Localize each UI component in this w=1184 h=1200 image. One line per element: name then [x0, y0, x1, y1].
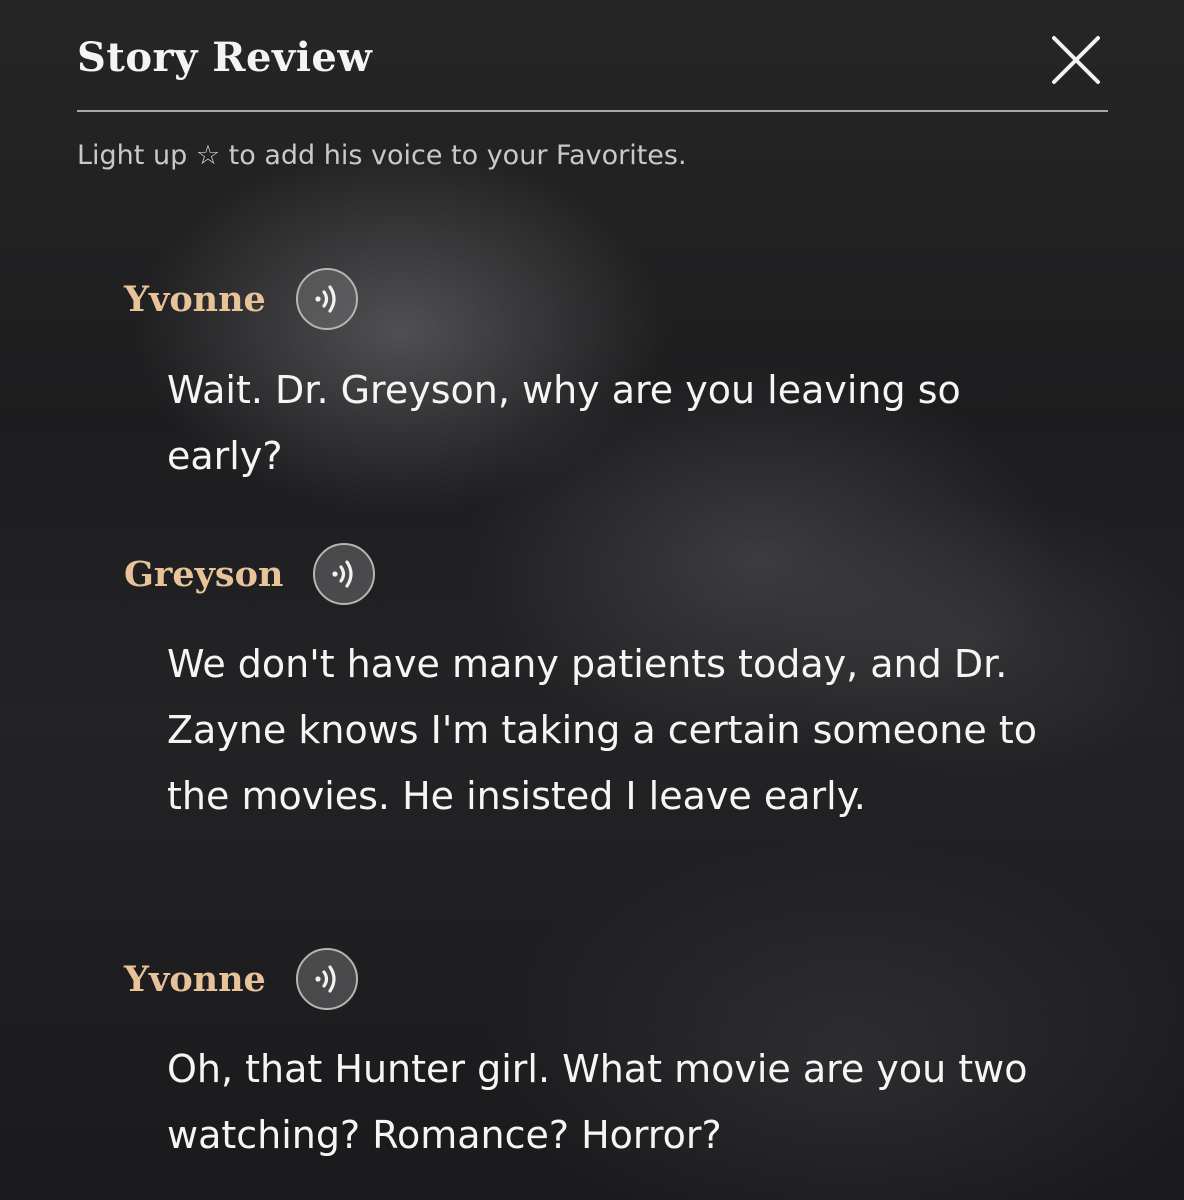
speaker-name: Greyson [124, 553, 284, 595]
speaker-row: Yvonne [124, 948, 358, 1010]
close-icon [1052, 36, 1100, 84]
dialogue-text: Oh, that Hunter girl. What movie are you… [167, 1047, 1028, 1157]
favorites-hint: Light up ☆ to add his voice to your Favo… [77, 140, 687, 171]
star-icon: ☆ [195, 140, 221, 171]
voice-play-icon [332, 560, 354, 588]
voice-play-icon [315, 965, 336, 993]
story-review-panel: Story Review Light up ☆ to add his voice… [0, 0, 1184, 1200]
speaker-name: Yvonne [124, 278, 266, 320]
hint-text-before: Light up [77, 140, 188, 171]
speaker-row: Greyson [124, 543, 376, 605]
speaker-name: Yvonne [124, 958, 266, 1000]
page-title: Story Review [77, 34, 373, 81]
voice-play-button[interactable] [295, 268, 358, 330]
speaker-row: Yvonne [124, 268, 358, 330]
dialogue-text: Wait. Dr. Greyson, why are you leaving s… [167, 368, 961, 478]
voice-play-icon [315, 285, 336, 313]
voice-play-button[interactable] [295, 948, 358, 1010]
dialogue-text: We don't have many patients today, and D… [167, 642, 1037, 818]
close-button[interactable] [1046, 30, 1106, 90]
hint-text-after: to add his voice to your Favorites. [228, 140, 687, 171]
voice-play-button[interactable] [313, 543, 376, 605]
header: Story Review [77, 28, 1108, 112]
